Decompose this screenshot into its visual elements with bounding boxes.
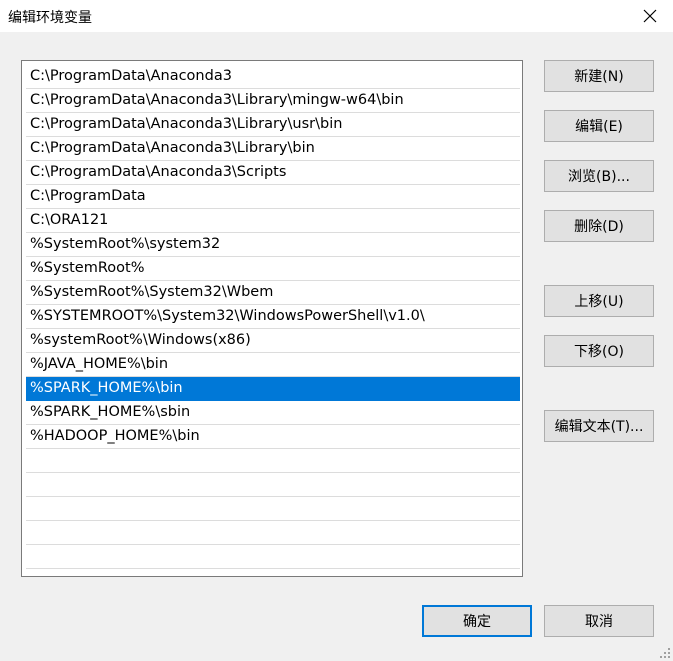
list-item-empty[interactable]: [26, 473, 520, 497]
browse-button[interactable]: 浏览(B)...: [544, 160, 654, 192]
path-list[interactable]: C:\ProgramData\Anaconda3 C:\ProgramData\A…: [21, 60, 523, 577]
edit-text-button[interactable]: 编辑文本(T)...: [544, 410, 654, 442]
new-button[interactable]: 新建(N): [544, 60, 654, 92]
move-up-button[interactable]: 上移(U): [544, 285, 654, 317]
list-item[interactable]: C:\ProgramData: [26, 185, 520, 209]
cancel-button[interactable]: 取消: [544, 605, 654, 637]
list-item-empty[interactable]: [26, 497, 520, 521]
ok-button[interactable]: 确定: [422, 605, 532, 637]
list-item[interactable]: C:\ProgramData\Anaconda3\Library\mingw-w…: [26, 89, 520, 113]
list-item[interactable]: %SystemRoot%\system32: [26, 233, 520, 257]
list-item[interactable]: C:\ProgramData\Anaconda3\Library\usr\bin: [26, 113, 520, 137]
list-item[interactable]: %systemRoot%\Windows(x86): [26, 329, 520, 353]
list-item[interactable]: %SystemRoot%: [26, 257, 520, 281]
list-item[interactable]: %SystemRoot%\System32\Wbem: [26, 281, 520, 305]
list-item-empty[interactable]: [26, 521, 520, 545]
title-bar: 编辑环境变量: [0, 0, 673, 32]
window-title: 编辑环境变量: [8, 10, 92, 26]
edit-button[interactable]: 编辑(E): [544, 110, 654, 142]
list-item[interactable]: C:\ORA121: [26, 209, 520, 233]
list-item[interactable]: %SPARK_HOME%\sbin: [26, 401, 520, 425]
list-item[interactable]: %SPARK_HOME%\bin: [26, 377, 520, 401]
list-item[interactable]: C:\ProgramData\Anaconda3\Scripts: [26, 161, 520, 185]
close-icon: [643, 9, 657, 23]
close-button[interactable]: [627, 0, 673, 32]
list-item-empty[interactable]: [26, 449, 520, 473]
list-item-empty[interactable]: [26, 569, 520, 576]
list-item[interactable]: %HADOOP_HOME%\bin: [26, 425, 520, 449]
delete-button[interactable]: 删除(D): [544, 210, 654, 242]
list-item[interactable]: %JAVA_HOME%\bin: [26, 353, 520, 377]
resize-grip-icon[interactable]: [659, 647, 671, 659]
list-item[interactable]: %SYSTEMROOT%\System32\WindowsPowerShell\…: [26, 305, 520, 329]
list-item[interactable]: C:\ProgramData\Anaconda3: [26, 65, 520, 89]
list-item-empty[interactable]: [26, 545, 520, 569]
move-down-button[interactable]: 下移(O): [544, 335, 654, 367]
list-item[interactable]: C:\ProgramData\Anaconda3\Library\bin: [26, 137, 520, 161]
